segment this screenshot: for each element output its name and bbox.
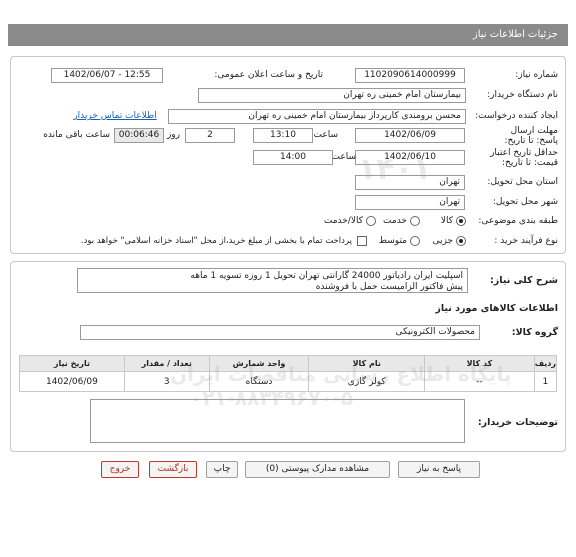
remaining-time-field: 00:06:46 — [114, 128, 164, 143]
goods-group-field: محصولات الکترونیکی — [80, 325, 480, 340]
validity-label: حداقل تاریخ اعتبار قیمت: تا تاریخ: — [486, 148, 558, 168]
goods-table-header: ردیف کد کالا نام کالا واحد شمارش تعداد /… — [19, 355, 558, 372]
goods-service-radio-icon[interactable] — [366, 216, 376, 226]
validity-time-field: 14:00 — [253, 150, 333, 165]
need-number-field: 1102090614000999 — [355, 68, 465, 83]
need-number-label: شماره نیاز: — [515, 70, 558, 80]
col-name: نام کالا — [308, 355, 426, 372]
province-label: استان محل تحویل: — [487, 177, 558, 187]
reply-time-label: ساعت — [313, 130, 339, 140]
summary-line-2: پیش فاکتور الزامیست حمل با فروشنده — [315, 282, 463, 292]
col-code: کد کالا — [424, 355, 535, 372]
col-qty: تعداد / مقدار — [123, 355, 210, 372]
page-title-bar: جزئیات اطلاعات نیاز — [8, 24, 568, 46]
attachments-button[interactable]: مشاهده مدارک پیوستی (0) — [245, 461, 390, 478]
buyer-org-field: بیمارستان امام خمینی ره تهران — [198, 88, 466, 103]
cell-row: 1 — [533, 371, 558, 392]
creator-label: ایجاد کننده درخواست: — [475, 111, 558, 121]
cell-code: -- — [424, 371, 535, 392]
goods-option-label: کالا — [440, 216, 453, 226]
reply-date-field: 1402/06/09 — [355, 128, 465, 143]
announce-date-field: 1402/06/07 - 12:55 — [51, 68, 163, 83]
province-field: تهران — [355, 175, 465, 190]
exit-button[interactable]: خروج — [101, 461, 139, 478]
reply-time-field: 13:10 — [253, 128, 313, 143]
col-date: تاریخ نیاز — [19, 355, 125, 372]
print-button[interactable]: چاپ — [206, 461, 238, 478]
service-option-label: خدمت — [383, 216, 407, 226]
minor-option-label: جزیی — [432, 236, 453, 246]
days-field: 2 — [185, 128, 235, 143]
remaining-time-label: ساعت باقی مانده — [43, 130, 110, 140]
buyer-notes-label: توضیحات خریدار: — [477, 417, 558, 428]
cell-date: 1402/06/09 — [19, 371, 125, 392]
city-label: شهر محل تحویل: — [492, 197, 558, 207]
category-option-service[interactable]: خدمت — [376, 214, 420, 228]
goods-group-label: گروه کالا: — [511, 327, 558, 338]
category-option-goods[interactable]: کالا — [420, 214, 466, 228]
table-row: 1 -- کولر گازی دستگاه 3 1402/06/09 — [19, 371, 558, 392]
col-row: ردیف — [533, 355, 558, 372]
goods-table: ردیف کد کالا نام کالا واحد شمارش تعداد /… — [19, 355, 558, 392]
validity-date-field: 1402/06/10 — [355, 150, 465, 165]
process-option-minor[interactable]: جزیی — [420, 234, 466, 248]
cell-unit: دستگاه — [208, 371, 310, 392]
goods-radio-icon[interactable] — [456, 216, 466, 226]
summary-line-1: اسپلیت ایران رادیاتور 24000 گارانتی تهرا… — [190, 271, 463, 281]
buyer-contact-link[interactable]: اطلاعات تماس خریدار — [70, 111, 160, 121]
category-option-goods-service[interactable]: کالا/خدمت — [310, 214, 376, 228]
back-button[interactable]: بازگشت — [149, 461, 197, 478]
buyer-org-label: نام دستگاه خریدار: — [487, 90, 558, 100]
announce-date-label: تاریخ و ساعت اعلان عمومی: — [214, 70, 323, 80]
creator-field: محسن برومندی کارپرداز بیمارستان امام خمی… — [168, 109, 466, 124]
process-option-medium[interactable]: متوسط — [366, 234, 420, 248]
goods-section-title: اطلاعات کالاهای مورد نیاز — [435, 303, 558, 314]
reply-deadline-label: مهلت ارسال پاسخ: تا تاریخ: — [488, 126, 558, 146]
validity-text: حداقل تاریخ اعتبار قیمت: تا تاریخ: — [490, 148, 558, 168]
col-unit: واحد شمارش — [208, 355, 310, 372]
process-type-label: نوع فرآیند خرید : — [494, 236, 558, 246]
page-title: جزئیات اطلاعات نیاز — [472, 29, 558, 40]
reply-button[interactable]: پاسخ به نیاز — [398, 461, 480, 478]
goods-table-wrap: ردیف کد کالا نام کالا واحد شمارش تعداد /… — [19, 355, 558, 392]
city-field: تهران — [355, 195, 465, 210]
cell-qty: 3 — [123, 371, 210, 392]
category-label: طبقه بندی موضوعی: — [478, 216, 558, 226]
service-radio-icon[interactable] — [410, 216, 420, 226]
cell-name: کولر گازی — [308, 371, 426, 392]
minor-radio-icon[interactable] — [456, 236, 466, 246]
medium-radio-icon[interactable] — [410, 236, 420, 246]
summary-field: اسپلیت ایران رادیاتور 24000 گارانتی تهرا… — [77, 268, 468, 293]
buyer-notes-field — [90, 399, 465, 443]
treasury-payment-checkbox[interactable] — [357, 236, 367, 246]
treasury-payment-note: پرداخت تمام یا بخشی از مبلغ خرید،از محل … — [80, 236, 352, 246]
goods-service-option-label: کالا/خدمت — [323, 216, 363, 226]
reply-deadline-text: مهلت ارسال پاسخ: تا تاریخ: — [504, 126, 558, 146]
summary-label: شرح کلی نیاز: — [489, 275, 558, 286]
validity-time-label: ساعت — [331, 152, 357, 162]
medium-option-label: متوسط — [378, 236, 407, 246]
